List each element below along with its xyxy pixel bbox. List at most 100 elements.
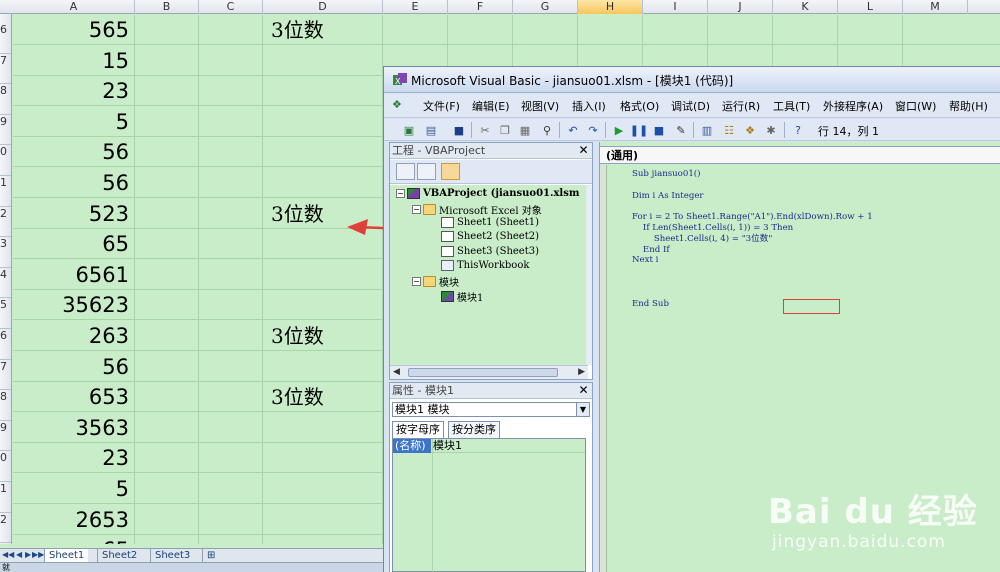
row-header[interactable]: 4 (0, 268, 11, 299)
insert-userform-icon[interactable]: ▤ (423, 122, 439, 138)
column-header-m[interactable]: M (903, 0, 968, 14)
code-line[interactable]: If Len(Sheet1.Cells(i, 1)) = 3 Then (632, 223, 793, 234)
row-header[interactable]: 3 (0, 237, 11, 268)
tree-node[interactable]: Sheet1 (Sheet1) (441, 216, 539, 228)
prev-sheet-icon[interactable]: ◀ (16, 550, 22, 559)
cell-a[interactable]: 65 (13, 229, 132, 259)
project-explorer-icon[interactable]: ▥ (699, 122, 715, 138)
toggle-folders-icon[interactable] (441, 163, 460, 180)
collapse-icon[interactable]: − (412, 205, 421, 215)
paste-icon[interactable]: ▦ (517, 122, 533, 138)
chevron-down-icon[interactable]: ▼ (576, 403, 589, 416)
menu-run[interactable]: 运行(R) (722, 98, 760, 114)
design-mode-icon[interactable]: ✎ (673, 122, 689, 138)
column-header-c[interactable]: C (199, 0, 263, 14)
row-header[interactable]: 1 (0, 176, 11, 207)
tab-categorized[interactable]: 按分类序 (448, 421, 500, 438)
cell-a[interactable]: 56 (13, 352, 132, 382)
copy-icon[interactable]: ❐ (497, 122, 513, 138)
column-header-b[interactable]: B (135, 0, 199, 14)
menu-edit[interactable]: 编辑(E) (472, 98, 510, 114)
property-row[interactable]: (名称) 模块1 (393, 439, 585, 453)
cell-a[interactable]: 23 (13, 443, 132, 473)
column-header-f[interactable]: F (448, 0, 513, 14)
menu-app-icon[interactable]: ❖ (392, 98, 402, 111)
next-sheet-icon[interactable]: ▶ (25, 550, 31, 559)
property-value[interactable]: 模块1 (431, 439, 462, 453)
column-header-g[interactable]: G (513, 0, 578, 14)
row-header[interactable]: 9 (0, 115, 11, 146)
cell-d[interactable]: 3位数 (268, 15, 388, 45)
code-line[interactable]: End If (632, 245, 670, 256)
cell-a[interactable]: 6561 (13, 260, 132, 290)
cell-a[interactable]: 5 (13, 474, 132, 504)
view-code-icon[interactable] (396, 163, 415, 180)
menu-window[interactable]: 窗口(W) (895, 98, 936, 114)
row-header[interactable]: 9 (0, 421, 11, 452)
menu-file[interactable]: 文件(F) (423, 98, 460, 114)
scroll-left-icon[interactable]: ◀ (393, 367, 400, 377)
row-header[interactable]: 8 (0, 84, 11, 115)
redo-icon[interactable]: ↷ (585, 122, 601, 138)
column-header-k[interactable]: K (773, 0, 838, 14)
code-line[interactable]: Sheet1.Cells(i, 4) = "3位数" (632, 234, 772, 245)
column-header-a[interactable]: A (13, 0, 135, 14)
cell-a[interactable]: 35623 (13, 290, 132, 320)
cell-a[interactable]: 2653 (13, 505, 132, 535)
toolbox-icon[interactable]: ✱ (763, 122, 779, 138)
last-sheet-icon[interactable]: ▶▶ (32, 550, 44, 559)
cell-a[interactable]: 56 (13, 168, 132, 198)
tab-alphabetic[interactable]: 按字母序 (392, 421, 444, 439)
save-icon[interactable]: ■ (451, 122, 467, 138)
sheet-tab-2[interactable]: Sheet2 (97, 549, 141, 562)
column-header-i[interactable]: I (643, 0, 708, 14)
column-header-j[interactable]: J (708, 0, 773, 14)
column-header-l[interactable]: L (838, 0, 903, 14)
cell-d[interactable]: 3位数 (268, 382, 388, 412)
tree-node[interactable]: − Microsoft Excel 对象 (412, 202, 542, 217)
column-header-d[interactable]: D (263, 0, 383, 14)
column-header-e[interactable]: E (383, 0, 448, 14)
vba-title-bar[interactable]: X Microsoft Visual Basic - jiansuo01.xls… (384, 67, 1000, 93)
menu-format[interactable]: 格式(O) (620, 98, 659, 114)
cell-d[interactable]: 3位数 (268, 199, 388, 229)
cell-a[interactable]: 3563 (13, 413, 132, 443)
find-icon[interactable]: ⚲ (539, 122, 555, 138)
row-header[interactable]: 0 (0, 451, 11, 482)
cell-a[interactable]: 653 (13, 382, 132, 412)
menu-view[interactable]: 视图(V) (521, 98, 559, 114)
row-header[interactable]: 5 (0, 298, 11, 329)
tree-node[interactable]: ThisWorkbook (441, 260, 529, 271)
menu-help[interactable]: 帮助(H) (949, 98, 988, 114)
row-header[interactable]: 7 (0, 54, 11, 85)
cell-a[interactable]: 15 (13, 46, 132, 76)
row-header[interactable]: 6 (0, 23, 11, 54)
run-icon[interactable]: ▶ (611, 122, 627, 138)
collapse-icon[interactable]: − (396, 189, 405, 198)
help-icon[interactable]: ? (790, 122, 806, 138)
row-header[interactable]: 7 (0, 360, 11, 391)
cell-a[interactable]: 5 (13, 107, 132, 137)
undo-icon[interactable]: ↶ (565, 122, 581, 138)
view-object-icon[interactable] (417, 163, 436, 180)
cell-a[interactable]: 65 (13, 535, 132, 544)
code-line[interactable]: For i = 2 To Sheet1.Range("A1").End(xlDo… (632, 212, 873, 223)
code-object-combo[interactable]: (通用) (600, 146, 1000, 164)
object-selector[interactable]: 模块1 模块 ▼ (392, 402, 590, 417)
sheet-tab-3[interactable]: Sheet3 (150, 549, 194, 562)
cell-a[interactable]: 56 (13, 137, 132, 167)
code-line[interactable]: Sub jiansuo01() (632, 169, 701, 180)
code-line[interactable]: Dim i As Integer (632, 191, 704, 202)
cell-a[interactable]: 263 (13, 321, 132, 351)
tree-node[interactable]: Sheet3 (Sheet3) (441, 245, 539, 257)
row-header[interactable]: 8 (0, 390, 11, 421)
tree-node[interactable]: − 模块 (412, 274, 459, 289)
row-header[interactable]: 1 (0, 482, 11, 513)
scroll-thumb[interactable] (408, 368, 558, 377)
tree-node[interactable]: Sheet2 (Sheet2) (441, 231, 539, 243)
code-line[interactable]: Next i (632, 255, 658, 266)
project-horizontal-scrollbar[interactable]: ◀ ▶ (390, 365, 588, 379)
properties-window-icon[interactable]: ☷ (721, 122, 737, 138)
tree-node[interactable]: 模块1 (441, 289, 483, 304)
menu-insert[interactable]: 插入(I) (572, 98, 606, 114)
